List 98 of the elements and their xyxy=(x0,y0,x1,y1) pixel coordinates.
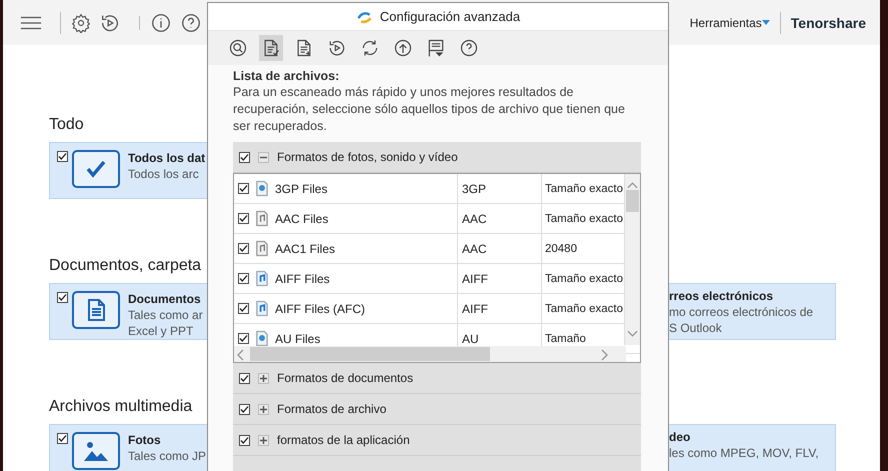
dialog-title: Configuración avanzada xyxy=(380,9,520,24)
file-extension: AIFF xyxy=(462,272,488,286)
card-title: rreos electrónicos xyxy=(669,289,774,304)
file-size-rule: Tamaño exacto xyxy=(545,302,623,316)
audio-file-icon xyxy=(255,210,269,227)
file-size-rule: Tamaño exacto xyxy=(545,212,623,226)
settings-icon xyxy=(71,12,91,32)
help-icon xyxy=(459,38,479,58)
media-file-icon xyxy=(255,330,269,347)
file-type-name: AAC Files xyxy=(275,212,328,226)
category-card[interactable]: rreos electrónicos mo correos electrónicos de S Outlook xyxy=(669,283,836,340)
file-type-name: 3GP Files xyxy=(275,182,328,196)
plus-icon xyxy=(260,374,267,382)
info-icon xyxy=(150,12,172,34)
category-card[interactable]: Todos los dat Todos los arc xyxy=(49,142,208,199)
file-type-name: AIFF Files xyxy=(275,272,330,286)
card-description: S Outlook xyxy=(669,320,723,336)
card-description: les como MPEG, MOV, FLV, xyxy=(669,445,820,461)
file-type-name: AIFF Files (AFC) xyxy=(275,302,365,316)
scroll-right-icon xyxy=(601,349,608,361)
group-header[interactable]: formatos de la aplicación xyxy=(233,425,641,456)
card-title: deo xyxy=(669,430,692,445)
file-size-rule: 20480 xyxy=(545,242,577,256)
checkbox[interactable] xyxy=(238,333,249,344)
category-card[interactable]: Documentos Tales como ar Excel y PPT xyxy=(49,283,208,340)
checkbox[interactable] xyxy=(239,152,250,162)
music-file-icon xyxy=(255,300,269,317)
dropdown-arrow-icon xyxy=(762,20,770,25)
card-description: mo correos electrónicos de xyxy=(669,304,814,320)
file-size-rule: Tamaño xyxy=(545,332,586,346)
checkbox[interactable] xyxy=(239,434,250,446)
help-icon xyxy=(180,12,202,34)
tools-menu[interactable]: Herramientas xyxy=(690,16,762,30)
scroll-up-icon xyxy=(627,181,638,189)
list-description: Para un escaneado más rápido y unos mejores resultados de recuperación, seleccione sólo aquellos tipos de archivo que tienen que ser recuperados. xyxy=(233,84,625,135)
scrollbar-thumb[interactable] xyxy=(250,347,490,361)
group-header[interactable]: Formatos de archivo xyxy=(233,394,641,425)
flag-menu-icon xyxy=(426,38,446,58)
search-icon xyxy=(228,38,248,58)
image-icon xyxy=(82,439,110,463)
expand-icon[interactable] xyxy=(258,404,269,414)
card-description: Tales como ar xyxy=(128,307,203,323)
checkbox[interactable] xyxy=(57,433,68,444)
group-label: Formatos de fotos, sonido y vídeo xyxy=(277,150,458,164)
media-file-icon xyxy=(255,180,269,197)
section-title: Todo xyxy=(49,116,84,135)
group-header[interactable]: Formatos de fotos, sonido y vídeo xyxy=(233,142,641,173)
section-title: Documentos, carpeta xyxy=(49,257,202,276)
file-extension: AAC xyxy=(462,212,487,226)
card-title: Fotos xyxy=(128,433,162,448)
file-extension: 3GP xyxy=(462,182,486,196)
scroll-down-icon xyxy=(627,330,638,338)
expand-icon[interactable] xyxy=(258,434,269,446)
file-extension: AIFF xyxy=(462,302,488,316)
app-logo-icon xyxy=(356,9,373,24)
card-title: Documentos xyxy=(128,292,202,307)
plus-icon xyxy=(260,436,267,444)
card-description: Excel y PPT xyxy=(128,323,194,339)
card-description: Tales como JP xyxy=(128,448,206,464)
vertical-scrollbar[interactable] xyxy=(624,174,640,345)
file-size-rule: Tamaño exacto xyxy=(545,182,623,196)
file-check-tool[interactable] xyxy=(259,35,283,61)
group-label: Formatos de archivo xyxy=(277,402,386,416)
collapse-icon[interactable] xyxy=(258,152,269,162)
checkbox[interactable] xyxy=(57,151,68,162)
card-title: Todos los dat xyxy=(128,151,206,166)
category-card[interactable]: deo les como MPEG, MOV, FLV, xyxy=(669,424,836,471)
file-extension: AU xyxy=(462,332,479,346)
history-icon xyxy=(327,38,347,58)
horizontal-scrollbar[interactable] xyxy=(234,346,626,362)
section-title: Archivos multimedia xyxy=(49,398,192,417)
file-extension: AAC xyxy=(462,242,487,256)
music-file-icon xyxy=(255,270,269,287)
checkbox[interactable] xyxy=(238,243,249,254)
upload-icon xyxy=(393,38,413,58)
checkbox[interactable] xyxy=(238,213,249,224)
group-label: Formatos de documentos xyxy=(277,371,414,385)
plus-icon xyxy=(260,406,267,412)
checkbox[interactable] xyxy=(239,404,250,414)
expand-icon[interactable] xyxy=(258,372,269,384)
list-heading: Lista de archivos: xyxy=(233,69,340,84)
file-size-rule: Tamaño exacto xyxy=(545,272,623,286)
checkbox[interactable] xyxy=(238,303,249,314)
file-type-name: AU Files xyxy=(275,332,320,346)
checkbox[interactable] xyxy=(238,183,249,194)
card-description: Todos los arc xyxy=(128,166,200,182)
checkbox[interactable] xyxy=(239,372,250,384)
checkbox[interactable] xyxy=(238,273,249,284)
scrollbar-thumb[interactable] xyxy=(626,190,639,212)
sync-icon xyxy=(360,38,380,58)
category-card[interactable]: Fotos Tales como JP xyxy=(49,424,208,471)
group-label: formatos de la aplicación xyxy=(277,433,410,447)
checkbox[interactable] xyxy=(57,292,68,303)
file-type-name: AAC1 Files xyxy=(275,242,336,256)
scroll-left-icon xyxy=(237,349,244,361)
brand-name: Tenorshare xyxy=(790,14,866,30)
group-header[interactable]: Formatos de documentos xyxy=(233,363,641,394)
audio-file-icon xyxy=(255,240,269,257)
